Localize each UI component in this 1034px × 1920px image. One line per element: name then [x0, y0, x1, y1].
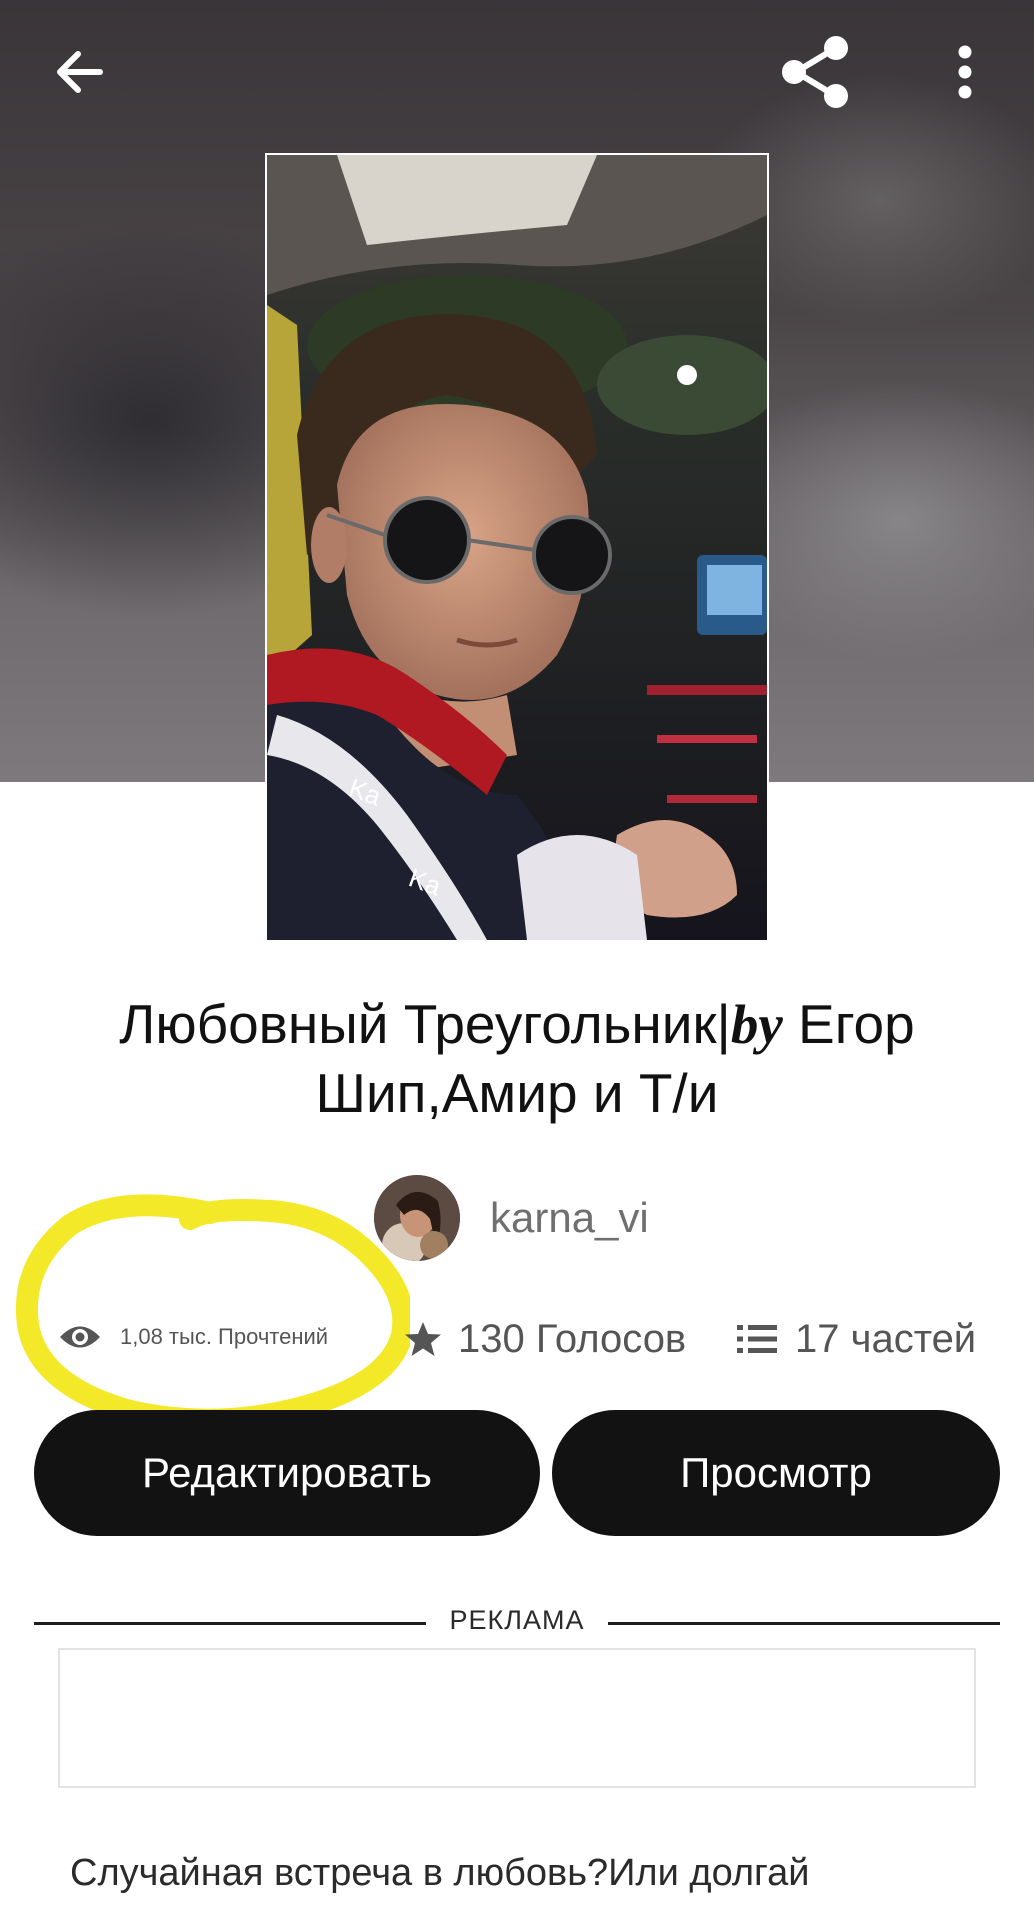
- author-link[interactable]: karna_vi: [374, 1175, 649, 1261]
- parts-label: 17 частей: [795, 1316, 977, 1361]
- votes-label: 130 Голосов: [458, 1316, 687, 1361]
- reads-label: 1,08 тыс. Прочтений: [120, 1324, 329, 1349]
- reads-count: 1,08 тыс. Прочтений: [58, 1315, 328, 1359]
- arrow-left-icon: [57, 51, 103, 93]
- star-icon: [405, 1322, 441, 1356]
- story-cover-image[interactable]: Ka Ka: [265, 153, 769, 942]
- avatar-image: [374, 1175, 460, 1261]
- ad-divider-left: [34, 1622, 426, 1625]
- avatar: [374, 1175, 460, 1261]
- more-options-button[interactable]: [930, 32, 1000, 112]
- ad-divider-right: [608, 1622, 1000, 1625]
- ad-label: РЕКЛАМА: [449, 1605, 585, 1635]
- more-vertical-icon: [958, 45, 972, 99]
- view-button[interactable]: Просмотр: [552, 1410, 1000, 1536]
- story-title-by: by: [730, 994, 783, 1055]
- cover-photo: Ka Ka: [267, 155, 767, 940]
- author-name: karna_vi: [490, 1194, 649, 1241]
- story-title: Любовный Треугольник|by Егор Шип,Амир и …: [60, 990, 974, 1127]
- edit-button[interactable]: Редактировать: [34, 1410, 540, 1536]
- votes-count: 130 Голосов: [404, 1312, 686, 1366]
- back-button[interactable]: [40, 32, 120, 112]
- eye-icon: [60, 1326, 100, 1348]
- story-description: Случайная встреча в любовь?Или долгай: [70, 1852, 810, 1894]
- share-icon: [782, 36, 848, 108]
- share-button[interactable]: [770, 30, 860, 114]
- story-title-part1: Любовный Треугольник|: [119, 993, 731, 1055]
- highlight-circle: [16, 1194, 410, 1425]
- list-icon: [737, 1325, 777, 1353]
- story-details-screen: Ka Ka Любовный Треугольник|by Егор Шип,А…: [0, 0, 1034, 1920]
- ad-container[interactable]: [58, 1648, 976, 1788]
- parts-count[interactable]: 17 частей: [737, 1312, 976, 1366]
